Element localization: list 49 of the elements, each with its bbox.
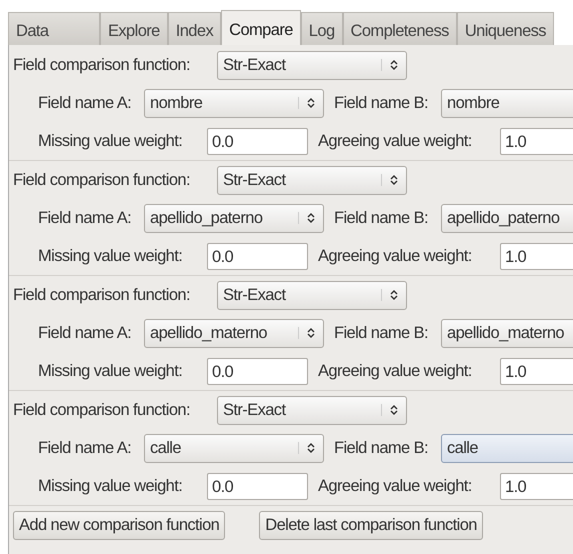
input-field[interactable]: 0.0 bbox=[207, 472, 308, 500]
tab[interactable]: Explore bbox=[100, 12, 168, 45]
field-label: Field comparison function: bbox=[13, 400, 191, 420]
tab[interactable]: Completeness bbox=[342, 12, 457, 45]
field-label: Field name A: bbox=[38, 438, 132, 458]
input-field[interactable]: 0.0 bbox=[207, 358, 308, 384]
field-label: Field name A: bbox=[38, 324, 132, 342]
tab[interactable]: Log bbox=[300, 12, 343, 45]
input-field[interactable]: 1.0 bbox=[500, 128, 573, 154]
field-label: Missing value weight: bbox=[38, 362, 184, 380]
field-dropdown[interactable]: nombre bbox=[144, 88, 324, 118]
field-label: Field name A: bbox=[38, 208, 132, 228]
field-label: Agreeing value weight: bbox=[318, 132, 473, 150]
field-label: Field comparison function: bbox=[13, 170, 191, 190]
field-label: Field name B: bbox=[334, 94, 429, 112]
field-label: Field name B: bbox=[334, 208, 429, 228]
input-field[interactable]: 1.0 bbox=[500, 242, 573, 270]
function-dropdown[interactable]: Str-Exact bbox=[217, 166, 407, 194]
input-field[interactable]: 1.0 bbox=[500, 472, 573, 500]
field-label: Agreeing value weight: bbox=[318, 246, 473, 266]
field-label: Agreeing value weight: bbox=[318, 476, 473, 496]
field-label: Field name B: bbox=[334, 438, 429, 458]
field-label: Agreeing value weight: bbox=[318, 362, 473, 380]
tab[interactable]: Compare bbox=[221, 10, 301, 45]
add-button[interactable]: Add new comparison function bbox=[13, 511, 226, 540]
field-label: Field name B: bbox=[334, 324, 429, 342]
field-label: Field comparison function: bbox=[13, 286, 191, 304]
input-field[interactable]: 0.0 bbox=[207, 128, 308, 154]
delete-button[interactable]: Delete last comparison function bbox=[259, 511, 483, 540]
field-label: Missing value weight: bbox=[38, 476, 184, 496]
input-field[interactable]: 0.0 bbox=[207, 242, 308, 270]
field-label: Field name A: bbox=[38, 94, 132, 112]
tab[interactable]: Uniqueness bbox=[456, 12, 554, 45]
field-dropdown[interactable]: nombre bbox=[441, 88, 573, 118]
tab[interactable]: Index bbox=[168, 12, 222, 45]
field-dropdown[interactable]: calle bbox=[144, 434, 324, 462]
field-dropdown[interactable]: calle bbox=[441, 434, 573, 462]
field-label: Field comparison function: bbox=[13, 56, 191, 74]
input-field[interactable]: 1.0 bbox=[500, 358, 573, 384]
field-label: Missing value weight: bbox=[38, 246, 184, 266]
function-dropdown[interactable]: Str-Exact bbox=[217, 396, 407, 424]
field-dropdown[interactable]: apellido_materno bbox=[144, 318, 324, 348]
field-dropdown[interactable]: apellido_paterno bbox=[144, 204, 324, 232]
field-dropdown[interactable]: apellido_paterno bbox=[441, 204, 573, 232]
field-label: Missing value weight: bbox=[38, 132, 184, 150]
tab[interactable]: Data bbox=[8, 12, 100, 45]
field-dropdown[interactable]: apellido_materno bbox=[441, 318, 573, 348]
function-dropdown[interactable]: Str-Exact bbox=[217, 50, 407, 80]
function-dropdown[interactable]: Str-Exact bbox=[217, 280, 407, 310]
